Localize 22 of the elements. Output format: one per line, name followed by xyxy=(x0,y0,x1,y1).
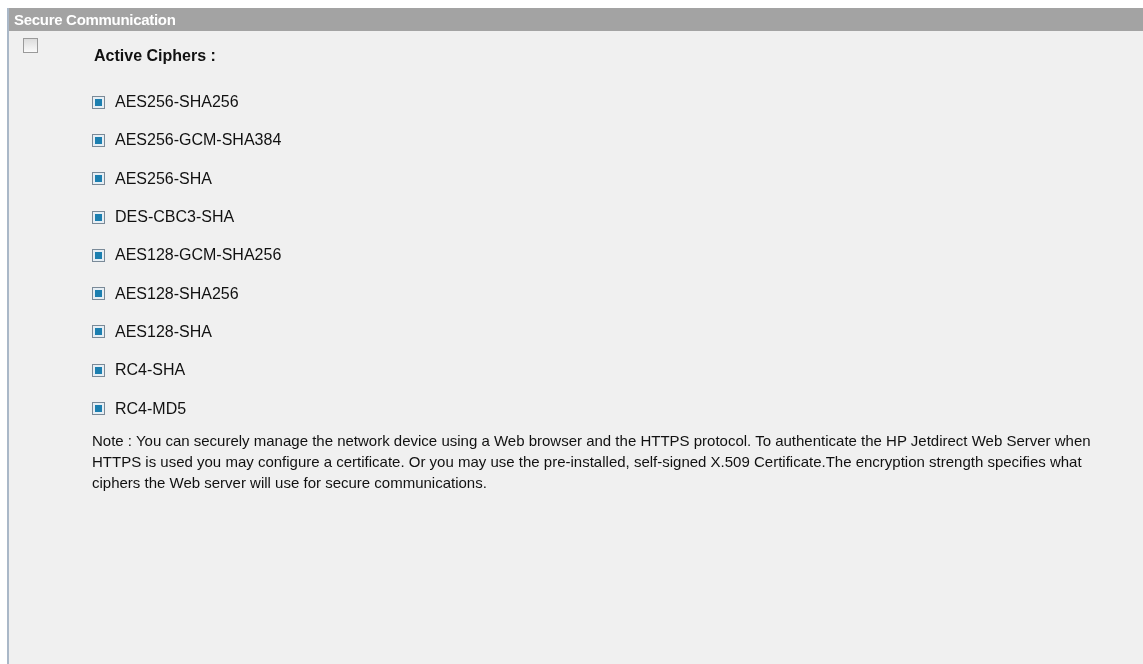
checkbox[interactable] xyxy=(92,287,105,301)
checkbox[interactable] xyxy=(92,172,105,186)
checkbox[interactable] xyxy=(92,363,105,377)
cipher-label: AES256-SHA256 xyxy=(115,93,239,112)
cipher-label: DES-CBC3-SHA xyxy=(115,208,235,227)
checkbox[interactable] xyxy=(92,248,105,262)
checkbox[interactable] xyxy=(92,402,105,415)
cipher-label: RC4-SHA xyxy=(115,361,186,380)
cipher-label: AES128-SHA256 xyxy=(115,284,239,303)
checkbox[interactable] xyxy=(92,325,105,339)
checkbox[interactable] xyxy=(92,95,105,109)
note-text: Note : You can securely manage the network device using a Web browser and the HTTPS protocol. To authenticate the HP Jetdirect Web Server when HTTPS is used you may configure a certificate. Or you may use the pre-installed, self-signed X.509 Certificate.The encryption strength specifies what ciphers the Web server will use for secure communications. xyxy=(92,430,1092,493)
cipher-label: AES128-GCM-SHA256 xyxy=(115,246,282,265)
checkbox[interactable] xyxy=(23,38,38,53)
checkbox-label: Active Ciphers : xyxy=(94,47,216,65)
section-title: Secure Communication xyxy=(14,11,176,28)
checkbox[interactable] xyxy=(92,210,105,224)
cipher-label: RC4-MD5 xyxy=(115,399,187,418)
checkbox[interactable] xyxy=(92,133,105,147)
cipher-label: AES256-SHA xyxy=(115,169,212,188)
cipher-label: AES256-GCM-SHA384 xyxy=(115,131,282,150)
cipher-label: AES128-SHA xyxy=(115,322,212,341)
